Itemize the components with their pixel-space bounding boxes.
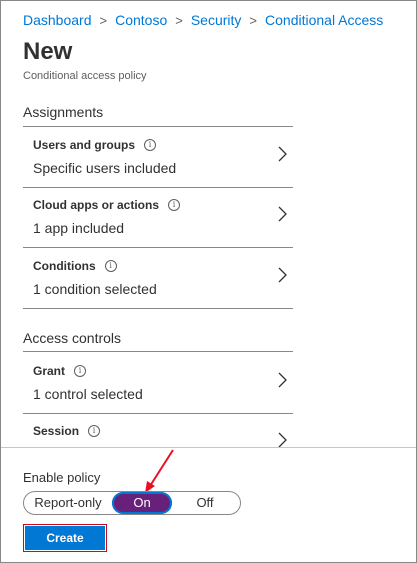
divider: [23, 247, 293, 248]
chevron-right-icon: [278, 267, 287, 283]
chevron-right-icon: [278, 432, 287, 448]
breadcrumb-separator: >: [249, 13, 258, 28]
row-title: Conditions i: [33, 259, 117, 273]
row-title: Cloud apps or actions i: [33, 198, 181, 212]
breadcrumb-conditional-access[interactable]: Conditional Access: [265, 12, 383, 28]
red-arrow-annotation: [145, 449, 174, 493]
breadcrumb: Dashboard > Contoso > Security > Conditional A…: [23, 12, 383, 28]
info-icon[interactable]: i: [144, 139, 157, 151]
info-icon[interactable]: i: [168, 199, 181, 211]
create-button-highlight: Create: [23, 524, 107, 552]
create-button[interactable]: Create: [25, 526, 105, 550]
info-icon[interactable]: i: [88, 425, 101, 437]
policy-footer: Enable policy Report-only On Off Create: [1, 447, 416, 562]
info-icon[interactable]: i: [74, 365, 87, 377]
toggle-option-off[interactable]: Off: [172, 492, 238, 514]
breadcrumb-security[interactable]: Security: [191, 12, 242, 28]
chevron-right-icon: [278, 372, 287, 388]
enable-policy-label: Enable policy: [23, 470, 101, 485]
grant-row[interactable]: Grant i 1 control selected: [23, 364, 293, 414]
row-title-text: Session: [33, 424, 80, 438]
toggle-option-on[interactable]: On: [112, 492, 172, 514]
breadcrumb-dashboard[interactable]: Dashboard: [23, 12, 92, 28]
policy-blade: Dashboard > Contoso > Security > Conditional A…: [0, 0, 417, 563]
row-title-text: Cloud apps or actions: [33, 198, 160, 212]
access-controls-heading: Access controls: [23, 330, 122, 346]
enable-policy-toggle[interactable]: Report-only On Off: [23, 491, 241, 515]
row-title-text: Conditions: [33, 259, 96, 273]
row-title: Grant i: [33, 364, 87, 378]
chevron-right-icon: [278, 206, 287, 222]
row-title: Users and groups i: [33, 138, 157, 152]
row-title-text: Users and groups: [33, 138, 136, 152]
divider: [23, 351, 293, 352]
chevron-right-icon: [278, 146, 287, 162]
row-value: Specific users included: [33, 160, 177, 176]
cloud-apps-row[interactable]: Cloud apps or actions i 1 app included: [23, 198, 293, 248]
divider: [23, 413, 293, 414]
users-and-groups-row[interactable]: Users and groups i Specific users include…: [23, 138, 293, 188]
page-title: New: [23, 38, 73, 65]
row-title-text: Grant: [33, 364, 66, 378]
toggle-option-report-only[interactable]: Report-only: [24, 492, 112, 514]
assignments-heading: Assignments: [23, 104, 104, 120]
divider: [23, 187, 293, 188]
breadcrumb-separator: >: [99, 13, 108, 28]
breadcrumb-contoso[interactable]: Contoso: [115, 12, 167, 28]
divider: [23, 126, 293, 127]
page-subtitle: Conditional access policy: [23, 70, 147, 82]
row-value: 1 condition selected: [33, 281, 157, 297]
row-title: Session i: [33, 424, 101, 438]
conditions-row[interactable]: Conditions i 1 condition selected: [23, 259, 293, 309]
breadcrumb-separator: >: [175, 13, 183, 28]
divider: [23, 308, 293, 309]
info-icon[interactable]: i: [104, 260, 117, 272]
row-value: 1 control selected: [33, 386, 143, 402]
row-value: 1 app included: [33, 220, 125, 236]
